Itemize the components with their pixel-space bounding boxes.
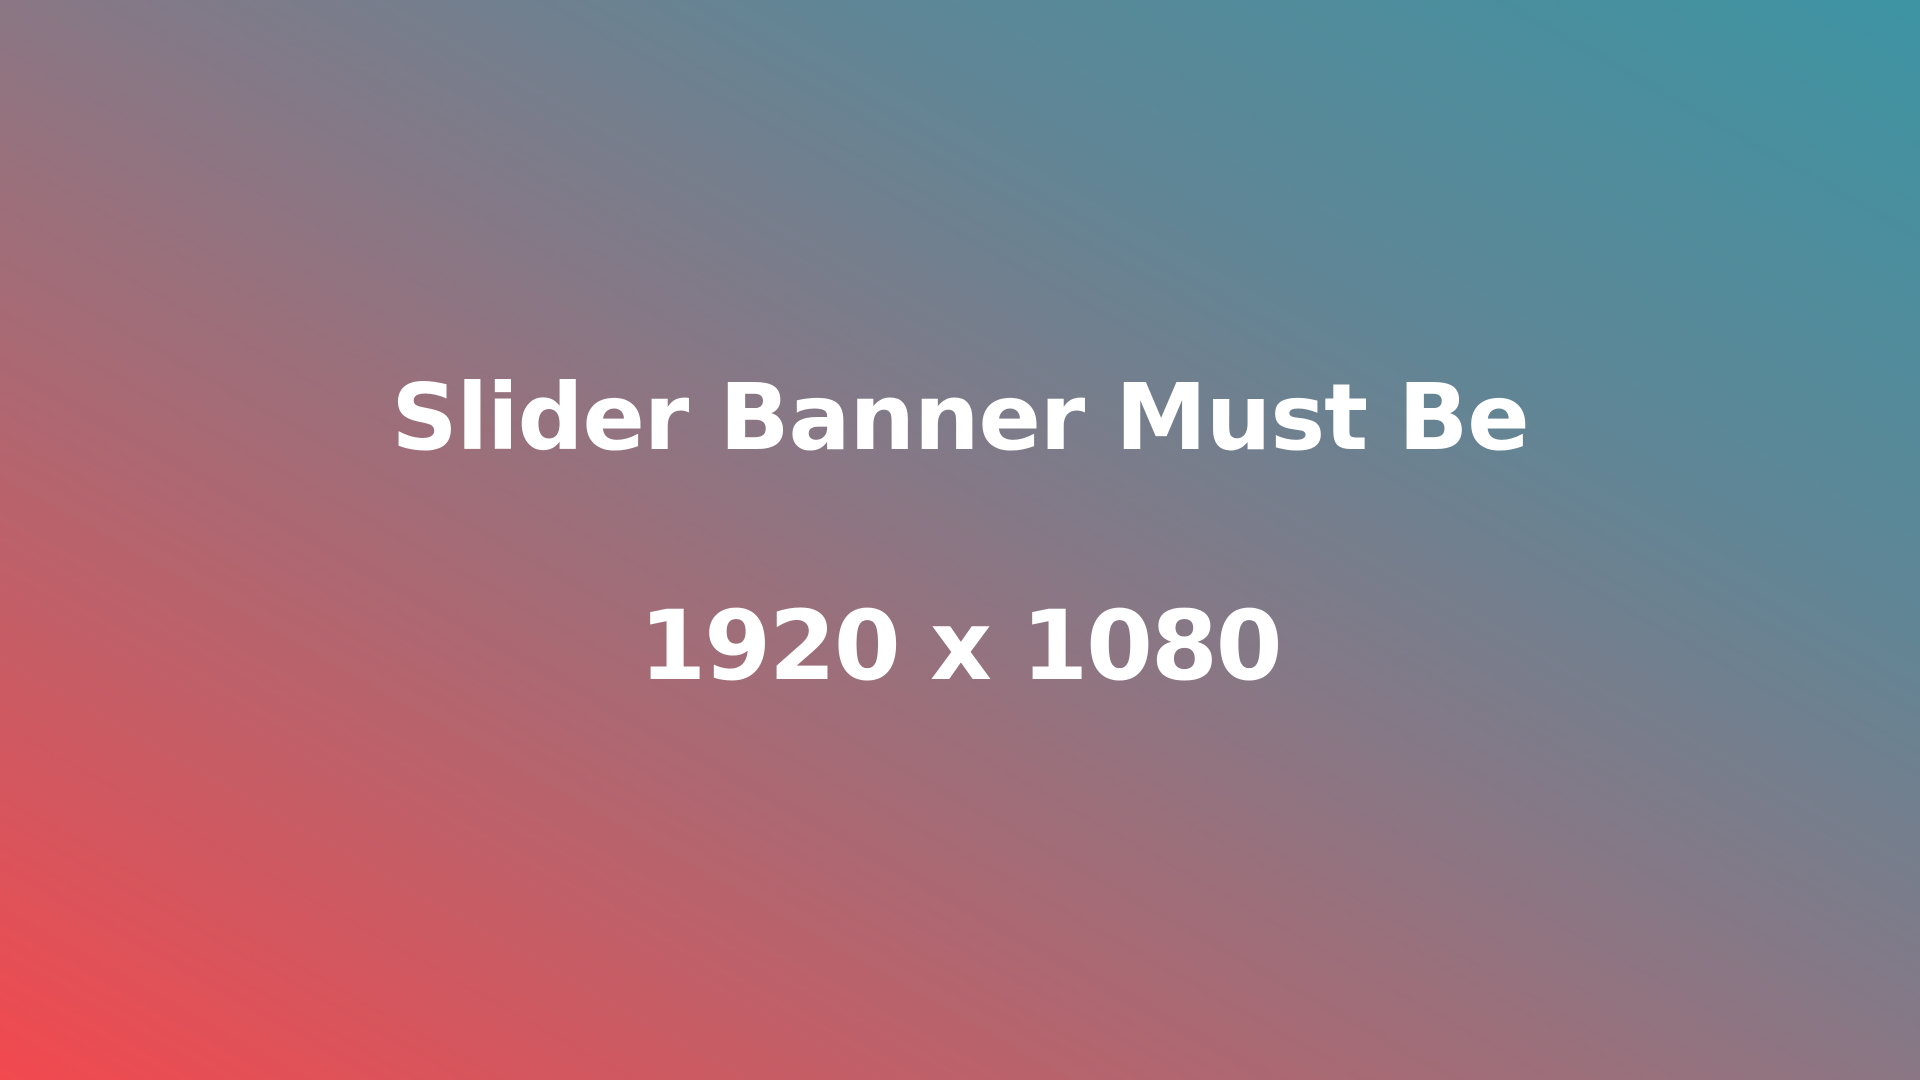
slider-banner: Slider Banner Must Be 1920 x 1080 [0, 0, 1920, 1080]
banner-dimensions: 1920 x 1080 [639, 590, 1282, 702]
banner-headline: Slider Banner Must Be [391, 364, 1529, 471]
